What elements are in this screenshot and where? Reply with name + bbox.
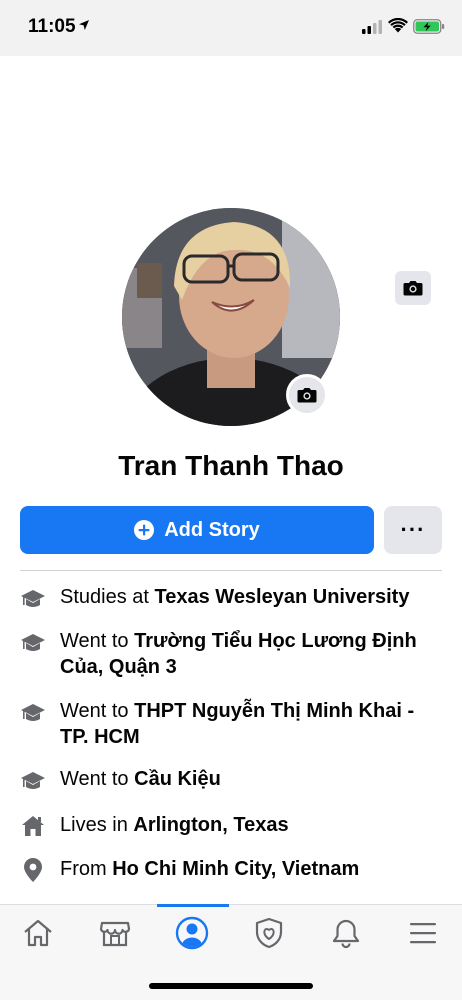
detail-text: Went to Cầu Kiệu xyxy=(60,768,221,790)
notifications-tab-icon xyxy=(332,919,360,949)
more-options-label: ··· xyxy=(400,517,426,542)
cellular-signal-icon xyxy=(362,20,382,34)
graduation-cap-icon xyxy=(20,700,46,726)
wifi-icon xyxy=(388,18,408,33)
active-tab-indicator xyxy=(157,904,229,907)
tab-dating[interactable] xyxy=(239,905,299,961)
profile-name: Tran Thanh Thao xyxy=(118,450,344,481)
tab-menu[interactable] xyxy=(393,905,453,961)
tab-home[interactable] xyxy=(8,905,68,961)
plus-circle-icon xyxy=(134,520,155,540)
battery-charging-icon xyxy=(413,19,445,34)
marketplace-tab-icon xyxy=(99,921,131,947)
add-story-button[interactable]: Add Story xyxy=(20,506,374,554)
add-story-label: Add Story xyxy=(164,518,260,541)
camera-icon xyxy=(403,281,423,296)
dating-tab-icon xyxy=(255,917,283,949)
home-icon xyxy=(20,813,46,839)
status-bar: 11:05 xyxy=(0,0,462,56)
location-pin-icon xyxy=(20,857,46,883)
tab-profile[interactable] xyxy=(162,905,222,961)
edit-cover-photo-button[interactable] xyxy=(395,271,431,305)
cover-photo-area[interactable] xyxy=(0,56,462,206)
location-arrow-icon xyxy=(79,20,89,30)
divider xyxy=(20,570,442,571)
more-options-button[interactable]: ··· xyxy=(384,506,442,554)
status-time: 11:05 xyxy=(28,16,76,37)
tab-marketplace[interactable] xyxy=(85,905,145,961)
menu-tab-icon xyxy=(410,923,436,944)
home-tab-icon xyxy=(24,919,52,947)
detail-text: Studies at Texas Wesleyan University xyxy=(60,586,410,608)
graduation-cap-icon xyxy=(20,586,46,612)
profile-tab-icon xyxy=(175,916,209,950)
detail-text: Lives in Arlington, Texas xyxy=(60,814,289,836)
edit-profile-picture-button[interactable] xyxy=(286,374,328,416)
graduation-cap-icon xyxy=(20,768,46,794)
camera-icon xyxy=(297,388,317,403)
detail-text: Went to Trường Tiểu Học Lương Định Của, … xyxy=(60,630,417,678)
tab-notifications[interactable] xyxy=(316,905,376,961)
graduation-cap-icon xyxy=(20,630,46,656)
detail-text: Went to THPT Nguyễn Thị Minh Khai - TP. … xyxy=(60,700,415,748)
detail-text: From Ho Chi Minh City, Vietnam xyxy=(60,858,360,880)
home-indicator-bar xyxy=(149,983,313,989)
